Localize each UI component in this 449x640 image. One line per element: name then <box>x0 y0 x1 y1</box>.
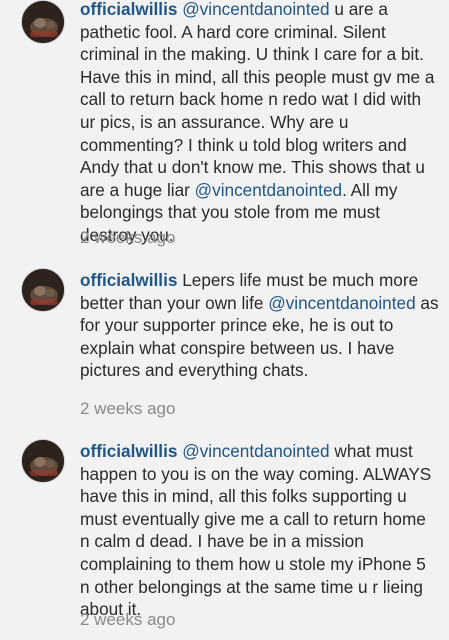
comment-username[interactable]: officialwillis <box>80 0 177 19</box>
mention-link[interactable]: @vincentdanointed <box>268 293 415 313</box>
comment-text: @vincentdanointed u are a pathetic fool.… <box>80 0 434 245</box>
comment-list: officialwillis @vincentdanointed u are a… <box>0 0 449 640</box>
comment-timestamp: 2 weeks ago <box>80 399 176 418</box>
mention-link[interactable]: @vincentdanointed <box>182 441 329 461</box>
avatar[interactable] <box>21 268 65 312</box>
mention-link[interactable]: @vincentdanointed <box>195 180 342 200</box>
comment-body: officialwillis @vincentdanointed u are a… <box>80 0 440 247</box>
avatar-photo-icon <box>22 440 64 482</box>
comment-username[interactable]: officialwillis <box>80 441 177 461</box>
comment-body: officialwillis @vincentdanointed what mu… <box>80 440 440 621</box>
comment-text: @vincentdanointed what must happen to yo… <box>80 441 431 619</box>
comment-username[interactable]: officialwillis <box>80 270 177 290</box>
avatar-photo-icon <box>22 269 64 311</box>
comment-timestamp: 2 weeks ago <box>80 610 176 629</box>
avatar-photo-icon <box>22 1 64 43</box>
comment-text-segment: u are a pathetic fool. A hard core crimi… <box>80 0 435 200</box>
mention-link[interactable]: @vincentdanointed <box>182 0 329 19</box>
comment-body: officialwillis Lepers life must be much … <box>80 269 440 382</box>
avatar[interactable] <box>21 0 65 44</box>
comment-timestamp: 2 weeks ago <box>80 228 176 247</box>
avatar[interactable] <box>21 439 65 483</box>
comment-text-segment: what must happen to you is on the way co… <box>80 441 432 620</box>
